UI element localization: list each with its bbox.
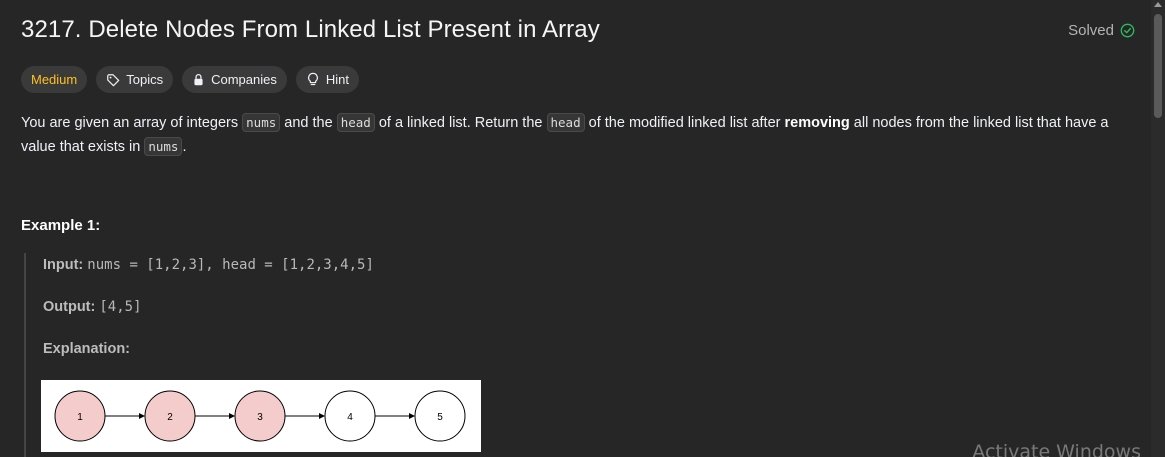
inline-code: nums [242,113,281,132]
vertical-scrollbar[interactable] [1151,0,1165,457]
statement-text: You are given an array of integers [21,115,239,131]
check-circle-icon [1120,23,1135,38]
bold-text: removing [784,115,850,131]
solved-label: Solved [1068,22,1114,39]
difficulty-label: Medium [31,72,78,87]
node-label: 4 [347,412,353,423]
statement-text: of the modified linked list after [588,115,781,131]
companies-button[interactable]: Companies [182,66,287,93]
linked-list-svg: 1 2 3 4 5 [54,390,466,442]
hint-label: Hint [325,72,349,87]
scroll-up-arrow-icon[interactable] [1154,2,1162,7]
output-value: [4,5] [99,299,142,315]
node-label: 2 [167,412,173,423]
example-input: Input: nums = [1,2,3], head = [1,2,3,4,5… [43,257,374,273]
tag-icon [106,73,120,87]
statement-text: and the [284,115,333,131]
example-output: Output: [4,5] [43,299,142,315]
node-label: 3 [257,412,263,423]
example-title: Example 1: [21,217,101,234]
node-label: 5 [437,412,443,423]
hint-button[interactable]: Hint [295,66,359,93]
problem-title[interactable]: 3217. Delete Nodes From Linked List Pres… [21,16,600,44]
companies-label: Companies [211,72,277,87]
difficulty-badge: Medium [21,66,88,93]
lightbulb-icon [306,72,320,87]
inline-code: nums [144,137,183,156]
topics-label: Topics [126,72,164,87]
inline-code: head [546,113,585,132]
input-value: nums = [1,2,3], head = [1,2,3,4,5] [87,257,374,273]
output-label: Output: [43,299,96,315]
topics-button[interactable]: Topics [96,66,174,93]
problem-description-panel: 3217. Delete Nodes From Linked List Pres… [0,0,1165,457]
linked-list-diagram: 1 2 3 4 5 [41,380,481,452]
solved-status: Solved [1068,22,1135,39]
tag-row: Medium Topics Companies Hint [21,66,359,93]
statement-text: . [182,139,187,155]
input-label: Input: [43,257,84,273]
statement-text: of a linked list. Return the [378,115,543,131]
problem-statement: You are given an array of integers nums … [21,111,1141,159]
lock-icon [192,73,205,86]
inline-code: head [336,113,375,132]
activate-windows-watermark: Activate Windows [972,441,1141,457]
example-explanation: Explanation: [43,341,130,357]
explanation-label: Explanation: [43,341,131,357]
scrollbar-thumb[interactable] [1154,14,1162,118]
node-label: 1 [77,412,83,423]
